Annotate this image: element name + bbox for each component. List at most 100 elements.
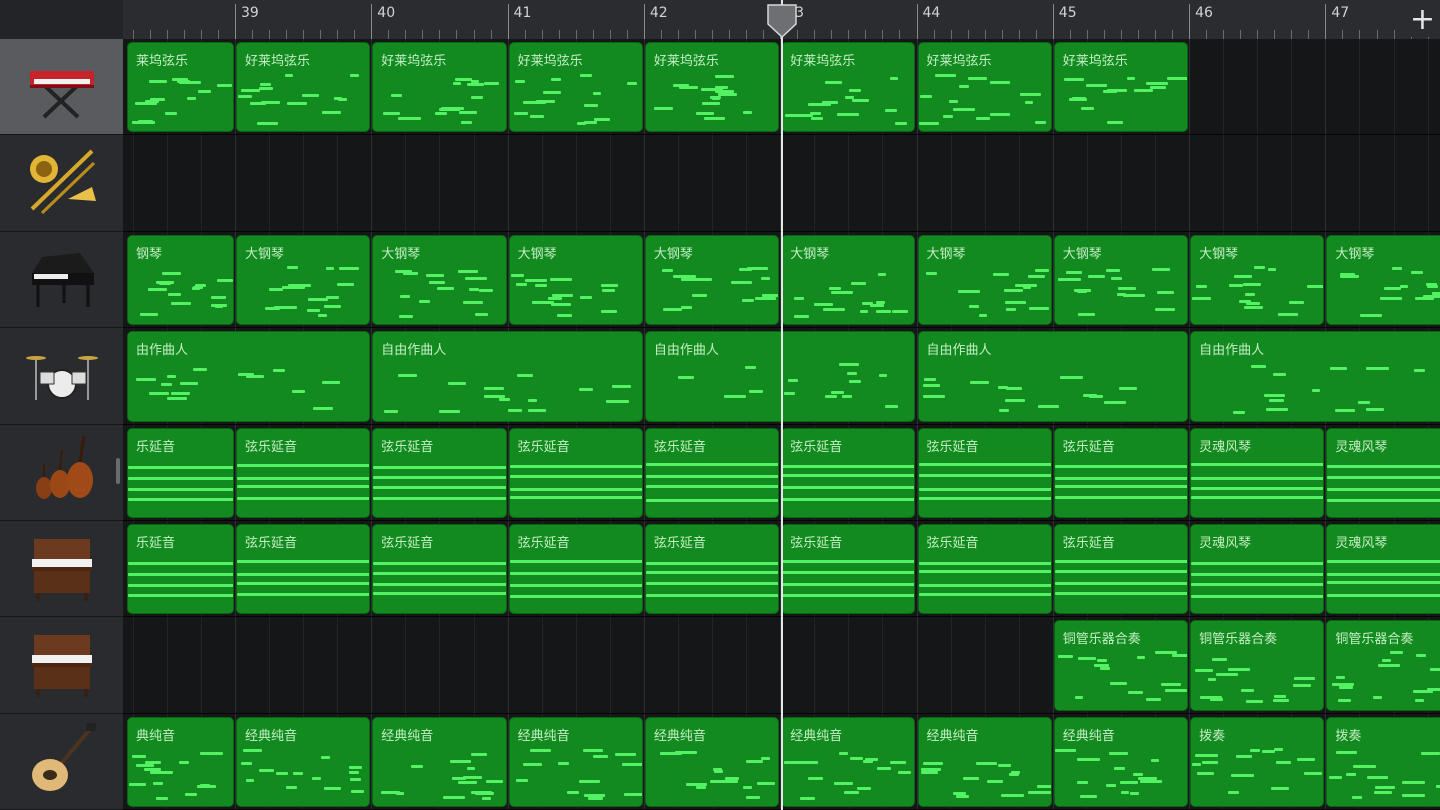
- midi-region[interactable]: 铜管乐器合奏: [1326, 620, 1440, 711]
- midi-region[interactable]: 好莱坞弦乐: [372, 42, 507, 133]
- region-label: 弦乐延音: [245, 536, 298, 551]
- midi-region[interactable]: 乐延音: [126, 524, 234, 615]
- midi-region[interactable]: 弦乐延音: [372, 524, 507, 615]
- midi-region[interactable]: 典纯音: [126, 716, 234, 808]
- midi-region[interactable]: 大钢琴: [508, 234, 643, 326]
- midi-region[interactable]: 自由作曲人: [917, 331, 1189, 422]
- header-resize-handle[interactable]: [116, 458, 120, 484]
- midi-region[interactable]: 弦乐延音: [236, 427, 371, 518]
- midi-region[interactable]: 弦乐延音: [644, 427, 780, 518]
- grid-line: [1359, 39, 1361, 135]
- midi-region[interactable]: 好莱坞弦乐: [236, 42, 371, 133]
- midi-note: [1366, 408, 1385, 412]
- midi-note: [1014, 283, 1037, 287]
- midi-region[interactable]: 经典纯音: [508, 716, 643, 808]
- playhead-handle-icon[interactable]: [766, 4, 798, 38]
- playhead-line[interactable]: [781, 0, 783, 810]
- track-header[interactable]: [0, 328, 123, 425]
- midi-region[interactable]: 灵魂风琴: [1190, 524, 1325, 615]
- midi-region[interactable]: 好莱坞弦乐: [644, 42, 780, 133]
- ruler-bar-number: 41: [513, 5, 532, 21]
- midi-note: [509, 474, 642, 478]
- midi-region[interactable]: 弦乐延音: [1053, 524, 1189, 615]
- midi-note: [1024, 101, 1033, 104]
- midi-note: [890, 77, 899, 80]
- track-header[interactable]: [0, 231, 123, 329]
- midi-note: [746, 266, 768, 270]
- midi-region[interactable]: 大钢琴: [236, 234, 371, 326]
- midi-region[interactable]: 好莱坞弦乐: [508, 42, 643, 133]
- midi-region[interactable]: 弦乐延音: [644, 524, 780, 615]
- ruler-tick: [337, 30, 339, 39]
- midi-note: [465, 276, 488, 280]
- midi-region[interactable]: 大钢琴: [644, 234, 780, 326]
- midi-region[interactable]: 弦乐延音: [781, 427, 916, 518]
- midi-note: [1063, 78, 1084, 81]
- midi-region[interactable]: 拨奏: [1190, 716, 1325, 808]
- midi-note: [877, 766, 892, 770]
- track-header[interactable]: [0, 135, 123, 232]
- midi-note: [1037, 405, 1059, 409]
- region-label: 好莱坞弦乐: [1062, 54, 1128, 69]
- midi-region[interactable]: 好莱坞弦乐: [1053, 42, 1189, 133]
- midi-region[interactable]: 经典纯音: [781, 716, 916, 808]
- midi-note: [557, 761, 569, 765]
- midi-region[interactable]: 钢琴: [126, 234, 234, 326]
- midi-region[interactable]: 好莱坞弦乐: [917, 42, 1052, 133]
- midi-region[interactable]: 拨奏: [1326, 716, 1440, 808]
- midi-region[interactable]: 灵魂风琴: [1326, 524, 1440, 615]
- midi-region[interactable]: 经典纯音: [372, 716, 507, 808]
- midi-region[interactable]: 经典纯音: [917, 716, 1052, 808]
- midi-region[interactable]: 经典纯音: [644, 716, 780, 808]
- midi-region[interactable]: 弦乐延音: [917, 427, 1052, 518]
- midi-region[interactable]: 弦乐延音: [372, 427, 507, 518]
- midi-note: [1127, 691, 1143, 695]
- track-header[interactable]: [0, 39, 123, 136]
- track-header[interactable]: [0, 617, 123, 714]
- track-header[interactable]: [0, 424, 123, 521]
- midi-region[interactable]: 由作曲人: [126, 331, 371, 422]
- midi-region[interactable]: 弦乐延音: [1053, 427, 1189, 518]
- midi-note: [479, 288, 494, 292]
- track-header[interactable]: [0, 521, 123, 618]
- midi-region[interactable]: 大钢琴: [1326, 234, 1440, 326]
- midi-region[interactable]: 好莱坞弦乐: [781, 42, 916, 133]
- midi-region[interactable]: 经典纯音: [1053, 716, 1189, 808]
- midi-region[interactable]: 经典纯音: [236, 716, 371, 808]
- track-header[interactable]: [0, 713, 123, 810]
- region-label: 自由作曲人: [381, 343, 447, 359]
- midi-note: [535, 100, 555, 103]
- midi-region[interactable]: 弦乐延音: [781, 524, 916, 615]
- ruler-bar-line: [643, 4, 645, 39]
- midi-region[interactable]: 弦乐延音: [236, 524, 371, 615]
- midi-region[interactable]: 铜管乐器合奏: [1053, 620, 1189, 711]
- midi-region[interactable]: 灵魂风琴: [1190, 427, 1325, 518]
- midi-region[interactable]: 弦乐延音: [508, 524, 643, 615]
- midi-note: [1208, 678, 1217, 682]
- midi-region[interactable]: 灵魂风琴: [1326, 427, 1440, 518]
- add-track-button[interactable]: +: [1405, 2, 1440, 37]
- midi-region[interactable]: 大钢琴: [372, 234, 507, 326]
- midi-region[interactable]: 大钢琴: [1053, 234, 1189, 326]
- region-label: 好莱坞弦乐: [790, 54, 856, 69]
- midi-region[interactable]: 大钢琴: [1190, 234, 1325, 326]
- grid-line: [746, 617, 748, 713]
- midi-note: [1191, 573, 1324, 576]
- midi-region[interactable]: 自由作曲人: [372, 331, 643, 422]
- ruler-tick: [1001, 30, 1003, 39]
- grid-line: [541, 617, 543, 713]
- midi-region[interactable]: 铜管乐器合奏: [1190, 620, 1325, 711]
- midi-region[interactable]: 自由作曲人: [1190, 331, 1440, 422]
- midi-note: [1132, 772, 1143, 776]
- midi-region[interactable]: 乐延音: [126, 427, 234, 518]
- midi-region[interactable]: 大钢琴: [917, 234, 1052, 326]
- midi-region[interactable]: 大钢琴: [781, 234, 916, 326]
- midi-note: [529, 748, 551, 752]
- midi-region[interactable]: 弦乐延音: [508, 427, 643, 518]
- grid-line: [950, 135, 952, 231]
- midi-region[interactable]: 弦乐延音: [917, 524, 1052, 615]
- midi-note: [237, 476, 370, 480]
- midi-region[interactable]: 莱坞弦乐: [126, 42, 234, 133]
- region-label: 灵魂风琴: [1199, 536, 1252, 551]
- midi-note: [1273, 699, 1290, 703]
